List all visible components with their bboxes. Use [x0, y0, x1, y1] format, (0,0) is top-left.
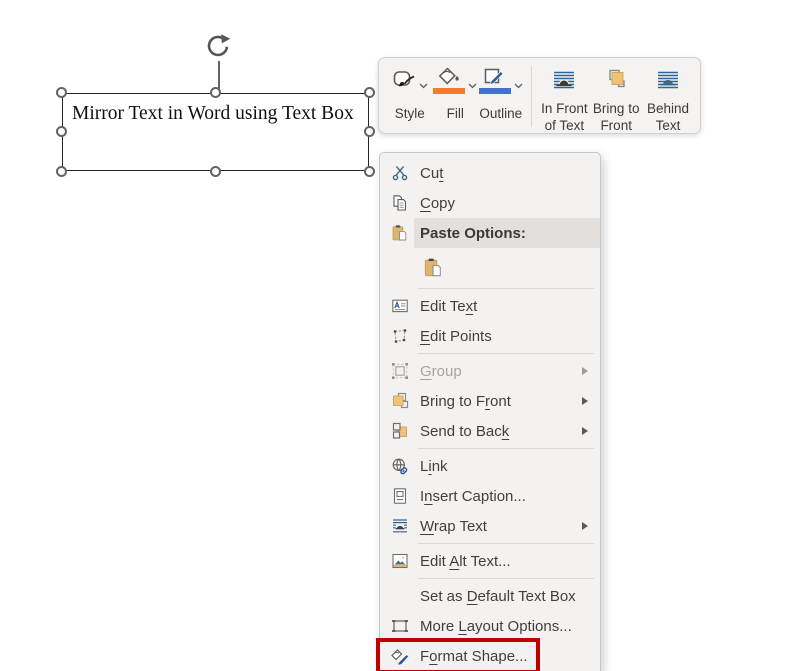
menu-item-label: Edit Alt Text... [420, 553, 582, 570]
menu-item-label: Link [420, 458, 582, 475]
chevron-down-icon [468, 76, 477, 94]
menu-item-link[interactable]: Link [380, 451, 600, 481]
menu-item-label: Bring to Front [420, 393, 582, 410]
outline-button[interactable]: Outline [478, 64, 524, 129]
selection-handle-bottom-right[interactable] [364, 166, 375, 177]
context-menu: Cut Copy Paste Options: Edit Text Edit Point… [379, 152, 601, 671]
menu-item-insert-caption[interactable]: Insert Caption... [380, 481, 600, 511]
copy-icon [380, 194, 420, 212]
selection-handle-bottom-left[interactable] [56, 166, 67, 177]
in-front-of-text-label: In Front of Text [538, 101, 590, 135]
insert-caption-icon [380, 487, 420, 505]
fill-bucket-icon [433, 67, 465, 94]
menu-item-edit-alt-text[interactable]: Edit Alt Text... [380, 546, 600, 576]
menu-item-label: Format Shape... [420, 648, 582, 665]
group-icon [380, 362, 420, 380]
textbox-text: Mirror Text in Word using Text Box [63, 94, 355, 127]
menu-item-edit-points[interactable]: Edit Points [380, 321, 600, 351]
paste-option-icon[interactable] [418, 252, 448, 282]
scissors-icon [380, 164, 420, 182]
menu-item-cut[interactable]: Cut [380, 158, 600, 188]
behind-text-button[interactable]: Behind Text [642, 64, 694, 129]
menu-item-paste-options[interactable]: Paste Options: [380, 218, 600, 248]
menu-item-label: Copy [420, 195, 582, 212]
selection-handle-bottom-middle[interactable] [210, 166, 221, 177]
fill-color-bar [433, 88, 465, 94]
layout-options-icon [380, 617, 420, 635]
outline-button-label: Outline [479, 106, 522, 121]
submenu-arrow-icon [582, 397, 600, 405]
in-front-of-text-icon [551, 69, 577, 98]
chevron-down-icon [514, 76, 523, 94]
word-document-canvas: Mirror Text in Word using Text Box [0, 0, 803, 671]
selection-handle-top-right[interactable] [364, 87, 375, 98]
menu-item-more-layout-options[interactable]: More Layout Options... [380, 611, 600, 641]
submenu-arrow-icon [582, 427, 600, 435]
menu-separator [418, 448, 594, 449]
menu-item-format-shape[interactable]: Format Shape... [380, 641, 600, 671]
menu-item-label: Cut [420, 165, 582, 182]
send-to-back-icon [380, 422, 420, 440]
menu-item-label: Edit Text [420, 298, 582, 315]
menu-item-send-to-back[interactable]: Send to Back [380, 416, 600, 446]
selection-handle-middle-right[interactable] [364, 126, 375, 137]
text-box[interactable]: Mirror Text in Word using Text Box [62, 93, 369, 171]
bring-to-front-icon [380, 392, 420, 410]
mini-toolbar: Style Fill [378, 57, 701, 134]
in-front-of-text-button[interactable]: In Front of Text [538, 64, 590, 129]
menu-item-label: Group [420, 363, 582, 380]
format-shape-icon [380, 647, 420, 665]
selection-handle-top-middle[interactable] [210, 87, 221, 98]
outline-pencil-icon [479, 67, 511, 94]
style-button-label: Style [395, 106, 425, 121]
wrap-text-icon [380, 517, 420, 535]
edit-points-icon [380, 327, 420, 345]
menu-item-wrap-text[interactable]: Wrap Text [380, 511, 600, 541]
behind-text-label: Behind Text [642, 101, 694, 135]
menu-item-label: Wrap Text [420, 518, 582, 535]
edit-alt-text-icon [380, 552, 420, 570]
menu-separator [418, 543, 594, 544]
menu-separator [418, 578, 594, 579]
shape-style-icon [392, 67, 416, 98]
menu-item-paste-option-keep-source-formatting[interactable] [380, 248, 600, 286]
menu-item-label: Paste Options: [420, 225, 582, 242]
menu-item-set-as-default-text-box[interactable]: Set as Default Text Box [380, 581, 600, 611]
toolbar-separator [531, 66, 532, 127]
menu-separator [418, 353, 594, 354]
bring-to-front-label: Bring to Front [590, 101, 642, 135]
outline-color-bar [479, 88, 511, 94]
edit-text-icon [380, 297, 420, 315]
fill-button-label: Fill [447, 106, 464, 121]
menu-separator [418, 288, 594, 289]
paste-icon [380, 224, 420, 242]
menu-item-label: Set as Default Text Box [420, 588, 582, 605]
bring-to-front-icon [603, 69, 629, 98]
menu-item-group[interactable]: Group [380, 356, 600, 386]
menu-item-copy[interactable]: Copy [380, 188, 600, 218]
menu-item-label: Send to Back [420, 423, 582, 440]
chevron-down-icon [419, 76, 428, 94]
behind-text-icon [655, 69, 681, 98]
selection-handle-top-left[interactable] [56, 87, 67, 98]
menu-item-label: Insert Caption... [420, 488, 582, 505]
menu-item-label: Edit Points [420, 328, 582, 345]
selection-handle-middle-left[interactable] [56, 126, 67, 137]
style-button[interactable]: Style [387, 64, 433, 129]
link-icon [380, 457, 420, 475]
submenu-arrow-icon [582, 522, 600, 530]
rotate-handle-icon[interactable] [203, 30, 235, 62]
menu-item-label: More Layout Options... [420, 618, 582, 635]
submenu-arrow-icon [582, 367, 600, 375]
bring-to-front-button[interactable]: Bring to Front [590, 64, 642, 129]
menu-item-bring-to-front[interactable]: Bring to Front [380, 386, 600, 416]
menu-item-edit-text[interactable]: Edit Text [380, 291, 600, 321]
fill-button[interactable]: Fill [433, 64, 479, 129]
